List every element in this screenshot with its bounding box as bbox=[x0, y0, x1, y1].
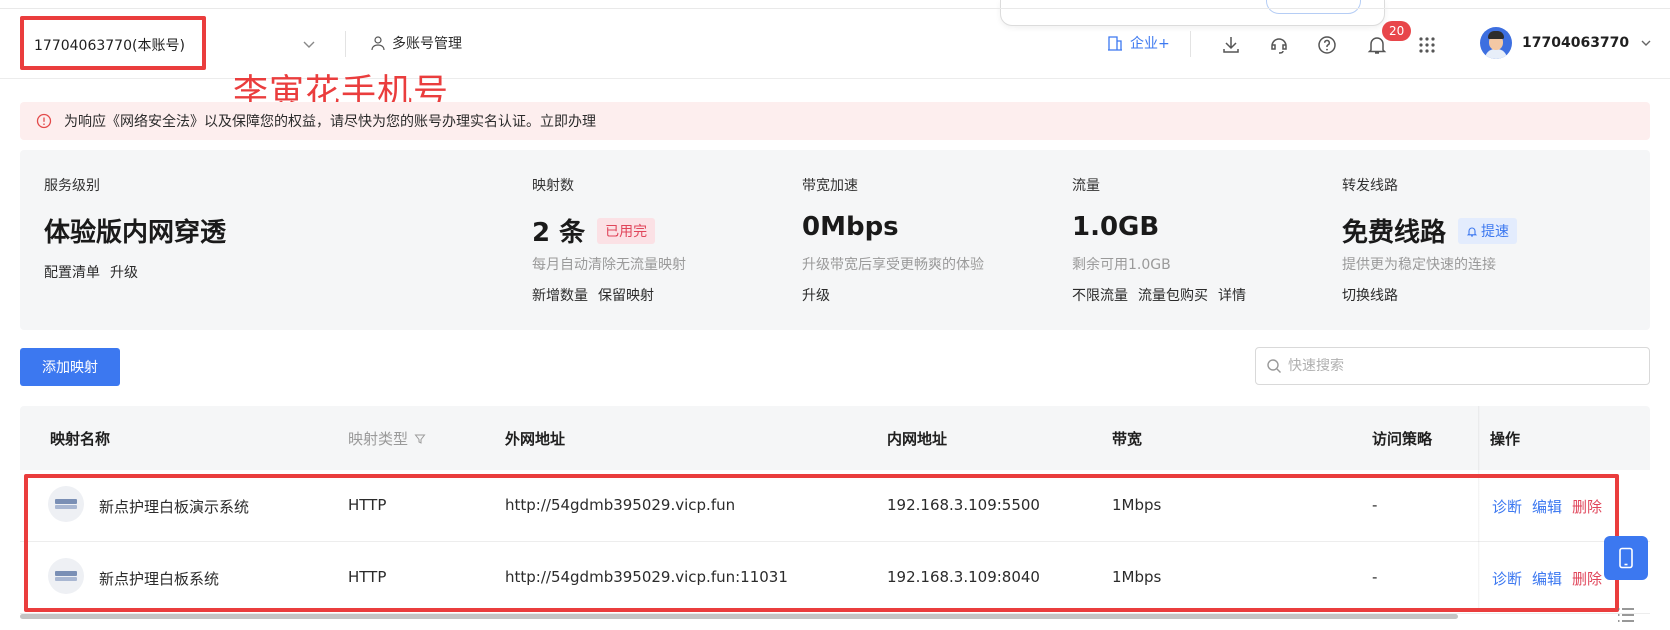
unlimited-traffic-link[interactable]: 不限流量 bbox=[1072, 285, 1128, 305]
multi-account-label: 多账号管理 bbox=[392, 36, 462, 52]
annotation-box-rows bbox=[24, 474, 1619, 612]
alert-circle-icon bbox=[36, 113, 52, 129]
service-level-label: 服务级别 bbox=[44, 178, 100, 194]
help-icon[interactable] bbox=[1316, 34, 1338, 56]
chevron-down-icon bbox=[1641, 40, 1651, 46]
real-name-alert[interactable]: 为响应《网络安全法》以及保障您的权益，请尽快为您的账号办理实名认证。立即办理 bbox=[20, 102, 1650, 140]
search-icon bbox=[1267, 359, 1281, 373]
bell-small-icon bbox=[1466, 227, 1478, 237]
col-type-label: 映射类型 bbox=[348, 430, 409, 448]
download-icon[interactable] bbox=[1220, 34, 1242, 56]
switch-route-link[interactable]: 切换线路 bbox=[1342, 285, 1398, 305]
bandwidth-value: 0Mbps bbox=[802, 212, 899, 242]
col-name-header: 映射名称 bbox=[50, 430, 111, 448]
traffic-label: 流量 bbox=[1072, 178, 1100, 194]
bandwidth-upgrade-link[interactable]: 升级 bbox=[802, 285, 830, 305]
phone-icon bbox=[1619, 547, 1633, 569]
traffic-details-link[interactable]: 详情 bbox=[1218, 285, 1246, 305]
service-summary-panel: 服务级别 体验版内网穿透 配置清单 升级 映射数 2 条 已用完 每月自动清除无… bbox=[20, 150, 1650, 330]
apps-grid-icon[interactable] bbox=[1416, 34, 1438, 56]
used-up-tag: 已用完 bbox=[597, 217, 656, 244]
col-ops-header: 操作 bbox=[1490, 430, 1521, 448]
user-menu[interactable]: 17704063770 bbox=[1480, 27, 1653, 59]
service-level-links: 配置清单 升级 bbox=[44, 262, 138, 282]
traffic-value: 1.0GB bbox=[1072, 212, 1160, 242]
route-value-row: 免费线路 提速 bbox=[1342, 212, 1518, 249]
multi-account-button[interactable]: 多账号管理 bbox=[370, 33, 462, 53]
route-desc: 提供更为稳定快速的连接 bbox=[1342, 257, 1496, 273]
speedup-tag[interactable]: 提速 bbox=[1458, 217, 1518, 244]
notification-badge: 20 bbox=[1382, 21, 1412, 41]
route-value: 免费线路 bbox=[1342, 218, 1447, 248]
mappings-label: 映射数 bbox=[532, 178, 574, 194]
add-quantity-link[interactable]: 新增数量 bbox=[532, 285, 588, 305]
speedup-label: 提速 bbox=[1481, 223, 1510, 240]
upgrade-link[interactable]: 升级 bbox=[110, 262, 138, 282]
username: 17704063770 bbox=[1522, 35, 1630, 51]
avatar bbox=[1480, 27, 1512, 59]
add-mapping-button[interactable]: 添加映射 bbox=[20, 348, 120, 386]
building-icon bbox=[1108, 36, 1122, 51]
horizontal-scrollbar[interactable] bbox=[20, 614, 1458, 619]
table-header: 映射名称 映射类型 外网地址 内网地址 带宽 访问策略 操作 bbox=[20, 406, 1650, 470]
mappings-value-row: 2 条 已用完 bbox=[532, 212, 656, 249]
config-list-link[interactable]: 配置清单 bbox=[44, 262, 100, 282]
mappings-desc: 每月自动清除无流量映射 bbox=[532, 257, 686, 273]
col-bandwidth-header: 带宽 bbox=[1112, 430, 1143, 448]
alert-text: 为响应《网络安全法》以及保障您的权益，请尽快为您的账号办理实名认证。立即办理 bbox=[64, 114, 596, 130]
keep-mapping-link[interactable]: 保留映射 bbox=[598, 285, 654, 305]
traffic-package-link[interactable]: 流量包购买 bbox=[1138, 285, 1208, 305]
chevron-down-icon bbox=[303, 41, 315, 48]
mappings-value: 2 条 bbox=[532, 218, 586, 248]
mappings-links: 新增数量 保留映射 bbox=[532, 285, 654, 305]
bandwidth-label: 带宽加速 bbox=[802, 178, 858, 194]
enterprise-label: 企业+ bbox=[1130, 36, 1170, 52]
col-external-header: 外网地址 bbox=[505, 430, 566, 448]
list-icon[interactable] bbox=[1616, 606, 1636, 624]
service-level-value: 体验版内网穿透 bbox=[44, 218, 227, 248]
headset-icon[interactable] bbox=[1268, 34, 1290, 56]
col-type-header[interactable]: 映射类型 bbox=[348, 428, 426, 449]
enterprise-link[interactable]: 企业+ bbox=[1106, 33, 1170, 53]
col-internal-header: 内网地址 bbox=[887, 430, 948, 448]
search-input[interactable] bbox=[1288, 358, 1628, 374]
route-label: 转发线路 bbox=[1342, 178, 1398, 194]
traffic-desc: 剩余可用1.0GB bbox=[1072, 257, 1171, 273]
filter-icon[interactable] bbox=[414, 433, 426, 445]
header-divider bbox=[345, 31, 346, 57]
header-divider bbox=[1190, 31, 1191, 57]
quick-search[interactable] bbox=[1255, 347, 1650, 385]
bandwidth-desc: 升级带宽后享受更畅爽的体验 bbox=[802, 257, 984, 273]
annotation-box-account bbox=[20, 16, 206, 70]
bandwidth-links: 升级 bbox=[802, 285, 830, 305]
route-links: 切换线路 bbox=[1342, 285, 1398, 305]
traffic-links: 不限流量 流量包购买 详情 bbox=[1072, 285, 1246, 305]
user-icon bbox=[371, 36, 385, 51]
col-policy-header: 访问策略 bbox=[1372, 430, 1433, 448]
phone-float-button[interactable] bbox=[1604, 536, 1648, 580]
